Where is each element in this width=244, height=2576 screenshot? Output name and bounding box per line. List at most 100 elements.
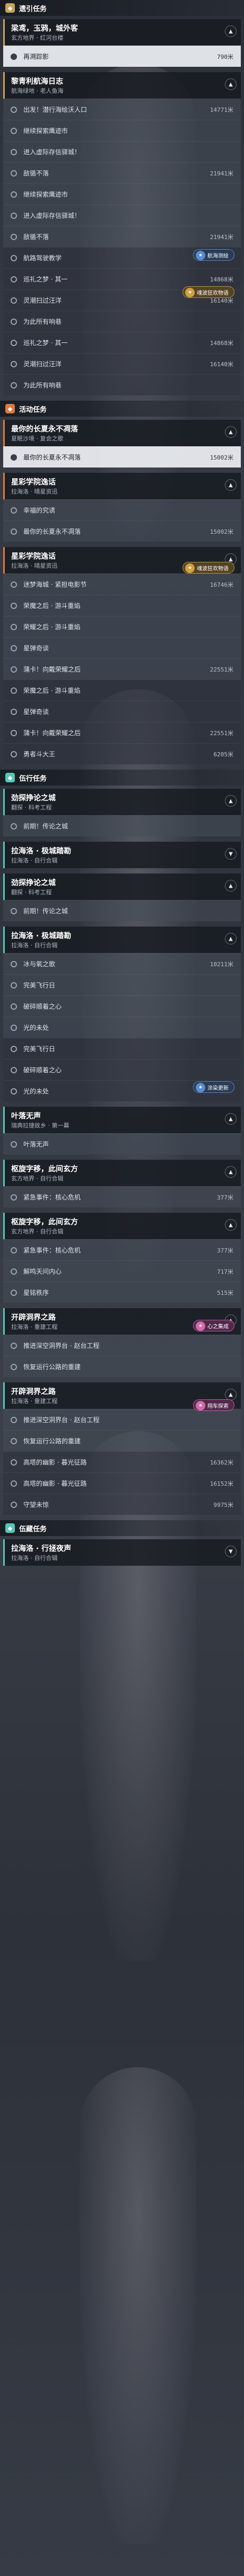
quest-card[interactable]: 拉海洛 · 极城踏勘 拉海洛 · 自行合辑 ▼	[3, 842, 241, 868]
quest-step-row[interactable]: 蒲卡！向戴荣耀之后 22551米	[3, 722, 241, 743]
quest-step-row[interactable]: 完美飞行日	[3, 974, 241, 995]
map-tag-badge[interactable]: ★ 魂波狂欢物语	[182, 286, 234, 298]
chevron-up-icon[interactable]: ▲	[225, 880, 237, 892]
quest-step-row[interactable]: 巡礼之梦 · 其一 14868米	[3, 332, 241, 353]
quest-card[interactable]: 劲探挣论之城 翻探 · 科考工程 ▲	[3, 789, 241, 815]
step-label: 再溯踪影	[23, 53, 49, 60]
quest-step-row[interactable]: 叶落无声	[3, 1133, 241, 1154]
quest-step-row[interactable]: 恢复运行公路的重建	[3, 1356, 241, 1377]
quest-step-row[interactable]: 出发！潜行海绘沃人口 14771米	[3, 99, 241, 120]
quest-step-row[interactable]: 高塔的幽影 · 暮光征路 16152米	[3, 1472, 241, 1494]
step-label: 出发！潜行海绘沃人口	[23, 106, 88, 113]
quest-step-row[interactable]: 星弹奇谈	[3, 701, 241, 722]
quest-card[interactable]: 拉海洛 · 行拯夜声 拉海洛 · 自行合辑 ▼	[3, 1539, 241, 1566]
quest-card[interactable]: 拉海洛 · 极城踏勘 拉海洛 · 自行合辑 ▲	[3, 927, 241, 953]
chevron-down-icon[interactable]: ▼	[225, 1546, 237, 1557]
chevron-up-icon[interactable]: ▲	[225, 1389, 237, 1400]
quest-card[interactable]: 劲探挣论之城 翻探 · 科考工程 ▲	[3, 874, 241, 900]
chevron-up-icon[interactable]: ▲	[225, 1166, 237, 1178]
quest-step-row[interactable]: 最你的长夏永不凋落 15002米	[3, 521, 241, 542]
map-tag-badge[interactable]: ★ 心之集成	[193, 1320, 234, 1331]
quest-step-row[interactable]: 为此所有响巷	[3, 311, 241, 332]
quest-step-row[interactable]: 荣魔之后 · 游斗重焰	[3, 680, 241, 701]
quest-step-row[interactable]: 星弹奇谈	[3, 637, 241, 658]
map-tag-badge[interactable]: ★ 航海测绘	[193, 249, 234, 261]
quest-step-row[interactable]: 推进深空洞界台 · 赵台工程	[3, 1335, 241, 1356]
quest-step-row[interactable]: 敌循不落 21941米	[3, 226, 241, 247]
quest-step-row[interactable]: 完美飞行日	[3, 1038, 241, 1059]
quest-step-row[interactable]: 迷梦海城 · 紧担电影节 16746米	[3, 574, 241, 595]
quest-card[interactable]: 黎青利航海日志 航海绿地 · 老人鱼海 ▲	[3, 72, 241, 99]
section-header-story[interactable]: ◆ 遗引任务	[0, 0, 244, 16]
step-marker-icon	[11, 623, 17, 630]
chevron-down-icon[interactable]: ▼	[225, 848, 237, 860]
step-marker-icon	[11, 507, 17, 514]
quest-step-row[interactable]: 推进深空洞界台 · 赵台工程	[3, 1409, 241, 1430]
quest-step-row[interactable]: 勇者斗大王 6205米	[3, 743, 241, 764]
quest-step-row[interactable]: 最你的长夏永不凋落 15002米	[3, 446, 241, 467]
quest-step-row[interactable]: 星铭秩序 515米	[3, 1282, 241, 1303]
quest-step-row[interactable]: 恢复运行公路的重建	[3, 1430, 241, 1451]
quest-step-row[interactable]: 幸福的究诱	[3, 499, 241, 521]
chevron-up-icon[interactable]: ▲	[225, 1113, 237, 1125]
quest-step-row[interactable]: 冰与氧之歌 10211米	[3, 953, 241, 974]
quest-step-row[interactable]: 前期！传论之城	[3, 815, 241, 836]
quest-step-row[interactable]: 进入虚际存信驿城！	[3, 205, 241, 226]
quest-card[interactable]: 最你的长夏永不凋落 夏眠沙境 · 复会之歌 ▲	[3, 420, 241, 446]
quest-step-row[interactable]: 光的未处	[3, 1017, 241, 1038]
quest-step-row[interactable]: 破碎顺着之心	[3, 995, 241, 1017]
quest-step-row[interactable]: 继续探索鹰迹市	[3, 120, 241, 141]
section-title: 伍藏任务	[19, 1525, 47, 1533]
quest-card[interactable]: 枢旋字移，此间玄方 玄方地界 · 自行合辑 ▲	[3, 1160, 241, 1186]
quest-step-row[interactable]: 为此所有响巷	[3, 374, 241, 395]
chevron-up-icon[interactable]: ▲	[225, 933, 237, 945]
quest-step-row[interactable]: 高塔的幽影 · 暮光征路 16362米	[3, 1451, 241, 1472]
quest-step-row[interactable]: 蒲卡！向戴荣耀之后 22551米	[3, 658, 241, 680]
quest-step-row[interactable]: 紧急事件：核心危机 377米	[3, 1186, 241, 1207]
quest-step-row[interactable]: 再溯踪影 790米	[3, 46, 241, 67]
step-marker-icon	[11, 687, 17, 694]
section-header-event[interactable]: ◆ 活动任务	[0, 401, 244, 417]
step-distance: 16746米	[210, 581, 233, 588]
quest-card[interactable]: 梁鸢，玉鸦，城外客 玄方地界 · 红河台楼 ▲	[3, 19, 241, 46]
quest-step-row[interactable]: 进入虚际存信驿城！	[3, 141, 241, 162]
chevron-up-icon[interactable]: ▲	[225, 1219, 237, 1231]
tag-icon: ★	[185, 288, 195, 297]
quest-card[interactable]: 叶落无声 瑞典拉捷故乡 · 第一幕 ▲	[3, 1107, 241, 1133]
chevron-up-icon[interactable]: ▲	[225, 479, 237, 491]
quest-step-row[interactable]: 破碎顺着之心	[3, 1059, 241, 1080]
step-label: 推进深空洞界台 · 赵台工程	[23, 1416, 100, 1424]
step-marker-icon	[11, 454, 17, 461]
step-marker-icon	[11, 276, 17, 283]
quest-step-row[interactable]: 守望未惊 9975米	[3, 1494, 241, 1515]
quest-card[interactable]: 星彩学院逸话 拉海洛 · 晴星资迅 ▲	[3, 473, 241, 499]
step-distance: 6205米	[213, 751, 234, 758]
map-tag-badge[interactable]: ★ 魂波狂欢物语	[182, 562, 234, 574]
map-tag-badge[interactable]: ★ 翔车探索	[193, 1399, 234, 1411]
step-marker-icon	[11, 581, 17, 588]
quest-step-row[interactable]: 紧急事件：核心危机 377米	[3, 1239, 241, 1260]
step-label: 恢复运行公路的重建	[23, 1437, 81, 1445]
story-icon: ◆	[5, 3, 15, 13]
quest-step-row[interactable]: 前期！传论之城	[3, 900, 241, 921]
quest-step-row[interactable]: 解鸣天问内心 717米	[3, 1260, 241, 1282]
quest-card[interactable]: 枢旋字移，此间玄方 玄方地界 · 自行合辑 ▲	[3, 1213, 241, 1239]
map-tag-badge[interactable]: ★ 涂染更新	[193, 1081, 234, 1093]
quest-step-row[interactable]: 敌循不落 21941米	[3, 162, 241, 183]
section-header-special[interactable]: ◆ 伍藏任务	[0, 1520, 244, 1536]
chevron-up-icon[interactable]: ▲	[225, 426, 237, 438]
quest-step-row[interactable]: 荣耀之后 · 游斗重焰	[3, 616, 241, 637]
section-header-side[interactable]: ◆ 伍行任务	[0, 770, 244, 786]
chevron-up-icon[interactable]: ▲	[225, 25, 237, 37]
quest-step-row[interactable]: 灵潮扫过汪洋 16140米	[3, 353, 241, 374]
quest-step-row[interactable]: 荣魔之后 · 游斗重焰	[3, 595, 241, 616]
step-distance: 515米	[217, 1289, 233, 1296]
quest-step-row[interactable]: 继续探索鹰迹市	[3, 183, 241, 205]
chevron-up-icon[interactable]: ▲	[225, 78, 237, 90]
step-label: 蒲卡！向戴荣耀之后	[23, 666, 81, 673]
chevron-up-icon[interactable]: ▲	[225, 795, 237, 807]
